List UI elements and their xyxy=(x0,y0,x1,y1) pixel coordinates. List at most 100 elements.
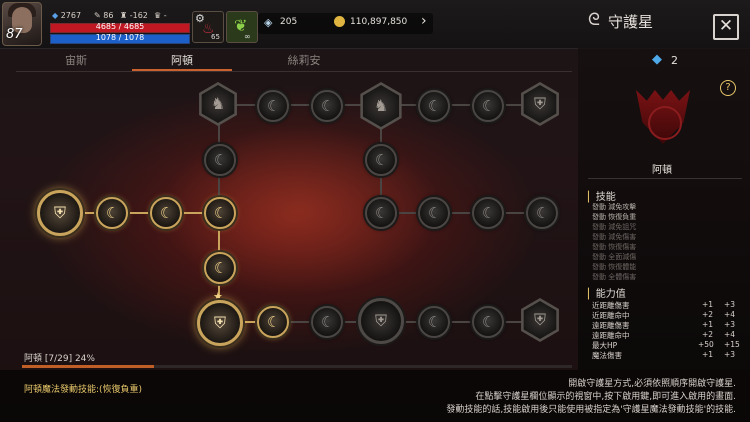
skills-heading: ▏技能 xyxy=(588,192,616,203)
tree-connector xyxy=(380,212,540,214)
shield-crest-icon: ⛨ xyxy=(53,203,66,222)
star-node[interactable]: ☾ xyxy=(418,306,450,338)
moon-icon: ☾ xyxy=(375,204,389,222)
moon-icon: ☾ xyxy=(375,151,389,169)
constellation-emblem xyxy=(624,86,702,152)
star-node-active[interactable]: ☾ xyxy=(257,306,289,338)
moon-icon: ☾ xyxy=(482,97,496,115)
moon-icon: ☾ xyxy=(106,204,120,222)
star-node-hex[interactable]: ♞ xyxy=(196,82,240,126)
moon-icon: ☾ xyxy=(321,97,335,115)
stat-next: +4 xyxy=(724,310,736,319)
skill-item: 發動 恢復傷害 xyxy=(592,243,637,251)
stat-name: 遠距離傷害 xyxy=(592,321,630,330)
star-points: 2 xyxy=(671,54,678,67)
tree-connector-active xyxy=(60,212,220,214)
shield-crest-icon: ⛨ xyxy=(213,313,226,332)
stat-row: 近距離傷害 +1 +3 xyxy=(592,300,748,310)
star-node-hex[interactable]: ⛨ xyxy=(518,82,562,126)
stat-4: ♛ - xyxy=(154,11,167,20)
stat-1-value: 2767 xyxy=(60,11,82,20)
stats-heading-text: 能力值 xyxy=(595,289,626,300)
star-node-current[interactable]: ⛨ xyxy=(197,300,243,346)
stat-name: 遠距離命中 xyxy=(592,331,630,340)
skills-list: 發動 減免攻擊 發動 恢復負重 發動 減免詛咒 發動 減免傷害 發動 恢復傷害 … xyxy=(592,202,682,282)
star-node[interactable]: ☾ xyxy=(418,90,450,122)
stat-name: 近距離命中 xyxy=(592,311,630,320)
stats-heading: ▏能力值 xyxy=(588,289,626,300)
moon-icon: ☾ xyxy=(482,313,496,331)
tab-active-indicator xyxy=(132,69,232,71)
help-line: 在點擊守護星欄位顯示的視窗中,按下啟用鍵,即可進入啟用的畫面. xyxy=(475,392,736,402)
crystal-icon: ◈ xyxy=(264,16,273,29)
help-icon[interactable]: ? xyxy=(720,80,736,96)
bottom-info-bar: 阿頓魔法發動技能:(恢復負重) 開啟守護星方式,必須依照順序開啟守護星. 在點擊… xyxy=(0,370,750,422)
stat-next: +4 xyxy=(724,330,736,339)
chevron-right-icon[interactable]: › xyxy=(421,13,427,29)
gold-count: 110,897,850 xyxy=(350,17,408,27)
stat-4-value: - xyxy=(163,11,167,20)
stat-name: 最大HP xyxy=(592,341,618,350)
shield-crest-icon: ⛨ xyxy=(374,311,387,330)
skill-item: 發動 減免詛咒 xyxy=(592,223,637,231)
constellation-name: 阿頓 xyxy=(652,165,672,176)
stat-next: +3 xyxy=(724,320,736,329)
stat-row: 最大HP +50 +15 xyxy=(592,340,748,350)
skill-item: 發動 恢復負重 xyxy=(592,213,637,221)
help-line: 發動技能的話,技能啟用後只能使用被指定為'守護星魔法發動技能'的技能. xyxy=(446,405,736,415)
star-node[interactable]: ☾ xyxy=(472,306,504,338)
stat-3: ♜ -162 xyxy=(120,11,148,20)
star-node-hex[interactable]: ♞ xyxy=(357,82,405,130)
close-icon: ✕ xyxy=(718,16,734,36)
crystal-count: 205 xyxy=(280,17,298,27)
potion-slot[interactable]: ⚙ ♨ 65 xyxy=(192,11,224,43)
progress-bar xyxy=(22,365,572,368)
moon-icon: ☾ xyxy=(160,204,174,222)
skill-item: 發動 恢復體能 xyxy=(592,263,637,271)
skill-item: 發動 減免傷害 xyxy=(592,233,637,241)
star-node[interactable]: ☾ xyxy=(311,306,343,338)
close-button[interactable]: ✕ xyxy=(713,14,739,40)
tab-zeus[interactable]: 宙斯 xyxy=(26,52,126,68)
gold-coin-icon xyxy=(334,16,345,27)
moon-icon: ☾ xyxy=(482,204,496,222)
tab-aton[interactable]: 阿頓 xyxy=(132,52,232,68)
star-node-active[interactable]: ☾ xyxy=(96,197,128,229)
stat-2: ✎ 86 xyxy=(94,11,113,20)
star-node[interactable]: ☾ xyxy=(365,197,397,229)
star-node[interactable]: ☾ xyxy=(472,197,504,229)
progress-label: 阿頓 [7/29] 24% xyxy=(24,354,95,364)
star-node[interactable]: ☾ xyxy=(526,197,558,229)
moon-icon: ☾ xyxy=(214,204,228,222)
tab-sirian[interactable]: 絲莉安 xyxy=(254,52,354,68)
stat-current: +1 xyxy=(702,350,714,359)
star-node[interactable]: ☾ xyxy=(472,90,504,122)
detail-panel: ◆ 2 ? 阿頓 ▏技能 發動 減免攻擊 發動 恢復負重 發動 減免詛咒 發動 … xyxy=(578,48,750,370)
helmet-icon: ♜ xyxy=(120,11,128,20)
moon-icon: ☾ xyxy=(428,313,442,331)
star-node[interactable]: ☾ xyxy=(257,90,289,122)
star-node-active[interactable]: ☾ xyxy=(204,197,236,229)
star-node[interactable]: ☾ xyxy=(204,144,236,176)
moon-icon: ☾ xyxy=(321,313,335,331)
stat-current: +1 xyxy=(702,300,714,309)
moon-icon: ☾ xyxy=(428,97,442,115)
star-node-start[interactable]: ⛨ xyxy=(37,190,83,236)
star-node-active[interactable]: ☾ xyxy=(204,252,236,284)
star-node[interactable]: ☾ xyxy=(418,197,450,229)
star-node-major[interactable]: ⛨ xyxy=(358,298,404,344)
star-node[interactable]: ☾ xyxy=(311,90,343,122)
star-node-hex[interactable]: ⛨ xyxy=(518,298,562,342)
hp-text: 4685 / 4685 xyxy=(95,22,145,31)
stat-current: +2 xyxy=(702,310,714,319)
sword-icon: ✎ xyxy=(94,11,101,20)
currency-bar: ◈ 205 110,897,850 xyxy=(258,13,433,34)
buff-slot[interactable]: ❦ ∞ xyxy=(226,11,258,43)
stat-row: 魔法傷害 +1 +3 xyxy=(592,350,748,360)
skill-item: 發動 全體傷害 xyxy=(592,273,637,281)
moon-icon: ☾ xyxy=(214,151,228,169)
star-node-active[interactable]: ☾ xyxy=(150,197,182,229)
moon-icon: ☾ xyxy=(536,204,550,222)
star-node[interactable]: ☾ xyxy=(365,144,397,176)
stat-current: +2 xyxy=(702,330,714,339)
